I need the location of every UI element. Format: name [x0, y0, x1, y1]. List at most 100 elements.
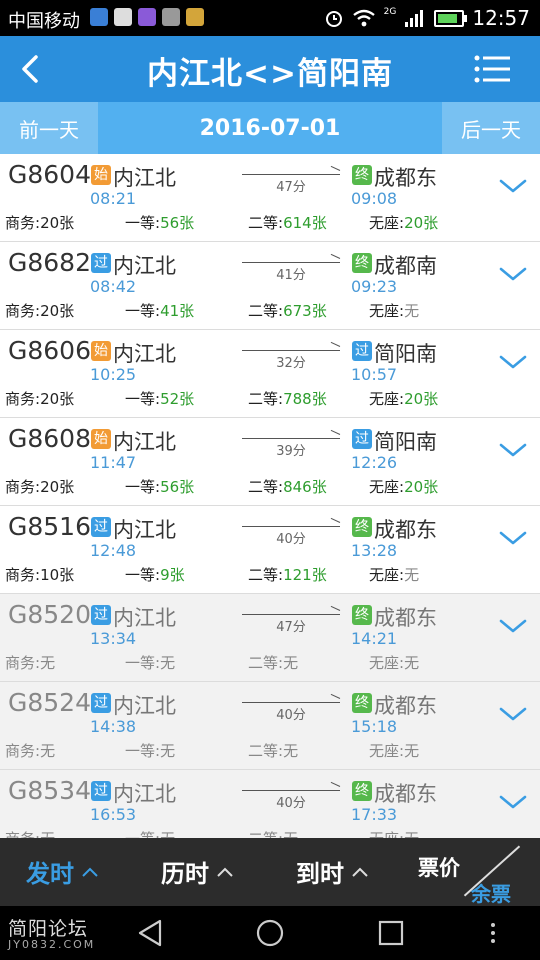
battery-icon — [434, 9, 468, 27]
chevron-down-icon[interactable] — [499, 618, 527, 634]
route-arrow — [242, 262, 340, 263]
sort-arrival-label: 到时 — [296, 860, 344, 888]
departure-time: 13:34 — [90, 629, 137, 648]
network-type: 2G — [383, 7, 397, 17]
route-arrow — [242, 790, 340, 791]
business-seats: 商务:10张 — [5, 566, 75, 584]
business-seats: 商务:无 — [5, 742, 56, 760]
terminal-type-badge: 终 — [352, 693, 372, 713]
more-options-icon[interactable] — [488, 918, 498, 948]
business-seats: 商务:20张 — [5, 390, 75, 408]
second-class-seats: 二等:673张 — [248, 302, 327, 320]
first-class-seats: 一等:56张 — [125, 214, 195, 232]
origin-type-badge: 过 — [91, 605, 111, 625]
arrival-time: 14:21 — [351, 629, 398, 648]
business-seats: 商务:无 — [5, 828, 55, 838]
arrival-station: 成都东 — [374, 606, 437, 630]
standing-seats: 无座:20张 — [369, 214, 439, 232]
train-row[interactable]: G8516 过 内江北 12:48 40分 终 成都东 13:28 商务:10张… — [0, 506, 540, 594]
duration: 40分 — [242, 699, 340, 723]
signal-icon — [405, 10, 424, 27]
remaining-label: 余票 — [471, 882, 511, 906]
train-row[interactable]: G8524 过 内江北 14:38 40分 终 成都东 15:18 商务:无 一… — [0, 682, 540, 770]
chevron-down-icon[interactable] — [499, 794, 527, 810]
chevron-down-icon[interactable] — [499, 442, 527, 458]
train-row[interactable]: G8534 过 内江北 16:53 40分 终 成都东 17:33 商务:无 一… — [0, 770, 540, 838]
second-class-seats: 二等:788张 — [248, 390, 327, 408]
train-number: G8604 — [8, 160, 91, 189]
terminal-type-badge: 终 — [352, 605, 372, 625]
nav-home-icon[interactable] — [255, 918, 285, 948]
departure-time: 08:21 — [90, 189, 137, 208]
chevron-down-icon[interactable] — [499, 706, 527, 722]
train-list[interactable]: G8604 始 内江北 08:21 47分 终 成都东 09:08 商务:20张… — [0, 154, 540, 838]
train-row[interactable]: G8682 过 内江北 08:42 41分 终 成都南 09:23 商务:20张… — [0, 242, 540, 330]
standing-seats: 无座:20张 — [369, 478, 439, 496]
train-row[interactable]: G8604 始 内江北 08:21 47分 终 成都东 09:08 商务:20张… — [0, 154, 540, 242]
price-label: 票价 — [418, 856, 460, 880]
business-seats: 商务:20张 — [5, 478, 75, 496]
business-seats: 商务:20张 — [5, 214, 75, 232]
train-row[interactable]: G8608 始 内江北 11:47 39分 过 简阳南 12:26 商务:20张… — [0, 418, 540, 506]
arrival-station: 成都东 — [374, 518, 437, 542]
terminal-type-badge: 终 — [352, 517, 372, 537]
terminal-type-badge: 终 — [352, 165, 372, 185]
duration: 40分 — [242, 787, 340, 811]
standing-seats: 无座:20张 — [369, 390, 439, 408]
price-remaining-toggle[interactable]: 票价 余票 — [415, 842, 525, 906]
train-number: G8524 — [8, 688, 91, 717]
back-arrow-icon[interactable] — [14, 51, 50, 87]
duration-text: 41分 — [276, 268, 306, 283]
train-number: G8682 — [8, 248, 91, 277]
first-class-seats: 一等:56张 — [125, 478, 195, 496]
route-arrow — [242, 526, 340, 527]
sort-by-departure-button[interactable]: 发时 — [26, 854, 98, 889]
chevron-down-icon[interactable] — [499, 354, 527, 370]
route-arrow — [242, 438, 340, 439]
sort-by-arrival-button[interactable]: 到时 — [296, 854, 368, 889]
departure-station: 内江北 — [113, 518, 176, 542]
route-arrow — [242, 702, 340, 703]
caret-up-icon — [82, 867, 98, 877]
departure-time: 11:47 — [90, 453, 137, 472]
current-date[interactable]: 2016-07-01 — [98, 102, 442, 154]
departure-station: 内江北 — [113, 694, 176, 718]
clock: 12:57 — [472, 6, 530, 30]
sort-by-duration-button[interactable]: 历时 — [161, 854, 233, 889]
chevron-down-icon[interactable] — [499, 530, 527, 546]
nav-back-icon[interactable] — [136, 918, 164, 948]
nav-recents-icon[interactable] — [377, 918, 405, 948]
duration-text: 39分 — [276, 444, 306, 459]
second-class-seats: 二等:无 — [248, 654, 299, 672]
chevron-down-icon[interactable] — [499, 178, 527, 194]
train-row[interactable]: G8606 始 内江北 10:25 32分 过 简阳南 10:57 商务:20张… — [0, 330, 540, 418]
standing-seats: 无座:无 — [369, 302, 420, 320]
sort-departure-label: 发时 — [26, 860, 74, 888]
origin-type-badge: 过 — [91, 781, 111, 801]
date-bar: 前一天 2016-07-01 后一天 — [0, 102, 540, 154]
departure-station: 内江北 — [113, 606, 176, 630]
watermark-title: 简阳论坛 — [8, 918, 89, 940]
page-title: 内江北<>简阳南 — [147, 56, 393, 92]
duration-text: 47分 — [276, 180, 306, 195]
wechat-icon — [114, 8, 132, 26]
departure-time: 14:38 — [90, 717, 137, 736]
first-class-seats: 一等:9张 — [125, 566, 185, 584]
terminal-type-badge: 终 — [352, 253, 372, 273]
origin-type-badge: 过 — [91, 253, 111, 273]
route-arrow — [242, 614, 340, 615]
duration: 40分 — [242, 523, 340, 547]
standing-seats: 无座:无 — [369, 566, 420, 584]
arrival-station: 简阳南 — [374, 342, 437, 366]
arrival-station: 简阳南 — [374, 430, 437, 454]
next-day-button[interactable]: 后一天 — [442, 102, 540, 154]
notification-icons — [90, 8, 204, 26]
menu-list-icon[interactable] — [474, 54, 510, 84]
origin-type-badge: 过 — [91, 693, 111, 713]
train-row[interactable]: G8520 过 内江北 13:34 47分 终 成都东 14:21 商务:无 一… — [0, 594, 540, 682]
system-nav-bar: 简阳论坛 JY0832.COM — [0, 906, 540, 960]
terminal-type-badge: 过 — [352, 341, 372, 361]
arrival-station: 成都东 — [374, 694, 437, 718]
prev-day-button[interactable]: 前一天 — [0, 102, 98, 154]
chevron-down-icon[interactable] — [499, 266, 527, 282]
